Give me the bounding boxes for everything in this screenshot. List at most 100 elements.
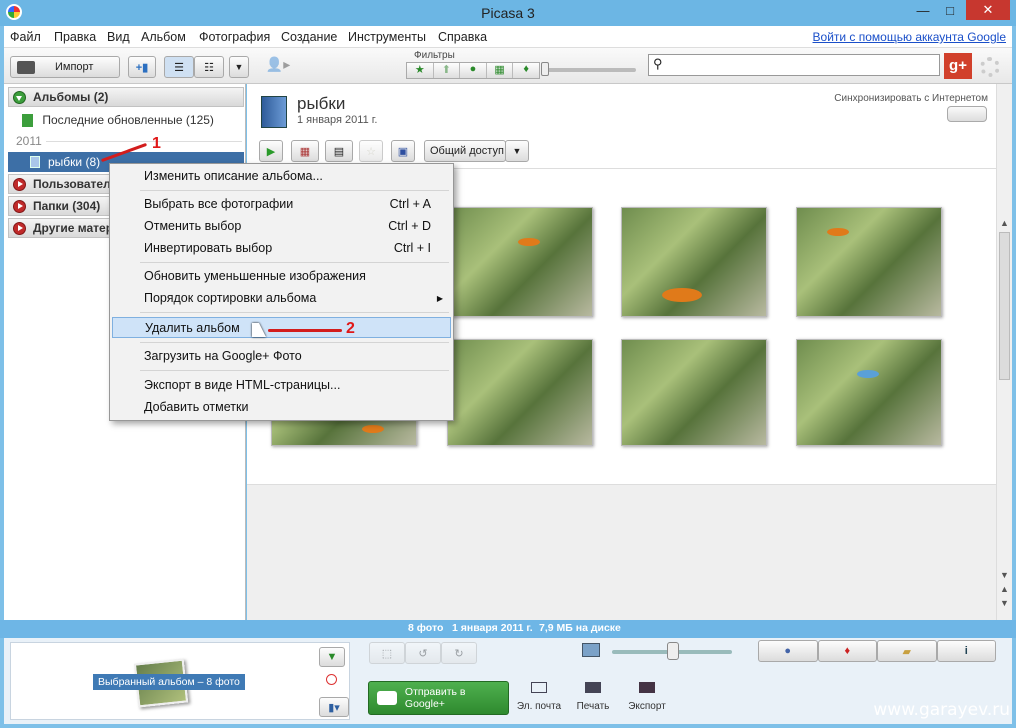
add-album-button[interactable]: +▮	[128, 56, 156, 78]
menu-edit[interactable]: Правка	[54, 30, 96, 44]
tag-button[interactable]: ⬚	[369, 642, 405, 664]
hold-button[interactable]: ▼	[319, 647, 345, 667]
menu-separator	[140, 370, 449, 371]
albums-group[interactable]: Альбомы (2)	[8, 87, 244, 107]
menu-photo[interactable]: Фотография	[199, 30, 270, 44]
search-input[interactable]: ⚲	[648, 54, 940, 76]
scroll-up-icon[interactable]: ▲	[997, 582, 1012, 597]
vertical-scrollbar[interactable]: ▲ ▼ ▲ ▼	[996, 84, 1012, 620]
annotation-number-2: 2	[346, 320, 355, 337]
thumbnail-size-handle[interactable]	[667, 642, 679, 660]
scroll-down-icon[interactable]: ▼	[997, 596, 1012, 611]
empty-area	[247, 484, 996, 620]
collapse-icon[interactable]	[13, 222, 26, 235]
add-to-album-button[interactable]: ▮▾	[319, 697, 349, 717]
menu-create[interactable]: Создание	[281, 30, 337, 44]
scroll-down-icon[interactable]: ▼	[997, 568, 1012, 583]
album-title[interactable]: рыбки	[297, 94, 345, 114]
album-date[interactable]: 1 января 2011 г.	[297, 114, 378, 126]
places-panel-button[interactable]: ♦	[817, 640, 877, 662]
expand-icon[interactable]	[13, 91, 26, 104]
info-panel-button[interactable]: i	[936, 640, 996, 662]
slideshow-button[interactable]: ▶	[259, 140, 283, 162]
photo-thumbnail[interactable]	[447, 207, 593, 317]
photo-thumbnail[interactable]	[447, 339, 593, 446]
menu-delete-album[interactable]: Удалить альбом	[112, 317, 451, 338]
google-login-link[interactable]: Войти с помощью аккаунта Google	[813, 30, 1006, 44]
search-icon: ⚲	[653, 56, 663, 71]
camera-icon	[17, 60, 35, 74]
geo-filter-icon[interactable]: ♦	[512, 63, 539, 78]
window-title: Picasa 3	[481, 5, 535, 21]
google-plus-icon[interactable]: g+	[944, 53, 972, 79]
movie-button[interactable]: ▤	[325, 140, 353, 162]
menu-sort-order[interactable]: Порядок сортировки альбома ▶	[112, 288, 451, 309]
share-dropdown-button[interactable]: ▼	[505, 140, 529, 162]
photo-thumbnail[interactable]	[621, 207, 767, 317]
filter-slider-handle[interactable]	[541, 62, 549, 76]
email-button[interactable]: Эл. почта	[516, 682, 562, 716]
export-folder-icon	[639, 682, 655, 693]
menu-album[interactable]: Альбом	[141, 30, 186, 44]
scroll-up-icon[interactable]: ▲	[997, 216, 1012, 231]
minimize-button[interactable]: —	[910, 0, 936, 20]
collage-button[interactable]: ▦	[291, 140, 319, 162]
rotate-right-button[interactable]: ↻	[441, 642, 477, 664]
export-button[interactable]: Экспорт	[624, 682, 670, 716]
menu-file[interactable]: Файл	[10, 30, 41, 44]
share-label: Общий доступ	[430, 145, 504, 157]
people-button[interactable]: 👤▸	[260, 56, 296, 78]
menu-help[interactable]: Справка	[438, 30, 487, 44]
close-button[interactable]: ✕	[966, 0, 1010, 20]
menu-edit-description[interactable]: Изменить описание альбома...	[112, 166, 451, 187]
email-label: Эл. почта	[516, 701, 562, 712]
photo-thumbnail[interactable]	[796, 339, 942, 446]
menu-add-tags[interactable]: Добавить отметки	[112, 397, 451, 418]
recent-updates-item[interactable]: Последние обновленные (125)	[22, 111, 214, 129]
rotate-left-button[interactable]: ↺	[405, 642, 441, 664]
menu-upload-gplus[interactable]: Загрузить на Google+ Фото	[112, 346, 451, 367]
save-button[interactable]: ▣	[391, 140, 415, 162]
upload-filter-icon[interactable]: ⬆	[432, 63, 460, 78]
add-album-icon: +▮	[135, 61, 149, 74]
tags-panel-button[interactable]: ▰	[877, 640, 937, 662]
menu-view[interactable]: Вид	[107, 30, 130, 44]
print-label: Печать	[576, 701, 610, 712]
menu-export-html[interactable]: Экспорт в виде HTML-страницы...	[112, 375, 451, 396]
menu-select-all[interactable]: Выбрать все фотографии Ctrl + A	[112, 194, 451, 215]
people-panel-button[interactable]: ●	[758, 640, 818, 662]
year-header: 2011	[16, 134, 42, 148]
scroll-thumb[interactable]	[999, 232, 1010, 380]
chevron-down-icon: ▼	[234, 62, 244, 72]
menu-bar: Файл Правка Вид Альбом Фотография Создан…	[4, 26, 1012, 48]
maximize-button[interactable]: □	[937, 0, 963, 20]
shortcut: Ctrl + D	[388, 219, 431, 233]
person-filter-icon[interactable]: ●	[459, 63, 486, 78]
title-bar: Picasa 3 — □ ✕	[0, 0, 1016, 26]
photo-thumbnail[interactable]	[796, 207, 942, 317]
import-button[interactable]: Импорт	[10, 56, 120, 78]
star-filter-icon[interactable]: ★	[407, 63, 433, 78]
collapse-icon[interactable]	[13, 200, 26, 213]
mouse-cursor-icon	[252, 323, 266, 337]
share-button[interactable]: Общий доступ	[424, 140, 506, 162]
sync-toggle[interactable]	[947, 106, 987, 122]
detail-view-button[interactable]: ☷	[194, 56, 224, 78]
menu-tools[interactable]: Инструменты	[348, 30, 426, 44]
import-label: Импорт	[55, 61, 94, 73]
share-gplus-button[interactable]: Отправить в Google+	[368, 681, 509, 715]
menu-invert[interactable]: Инвертировать выбор Ctrl + I	[112, 238, 451, 259]
photo-count: 8 фото	[408, 622, 444, 634]
clear-selection-icon[interactable]	[326, 674, 337, 685]
video-filter-icon[interactable]: ▦	[485, 63, 513, 78]
menu-deselect[interactable]: Отменить выбор Ctrl + D	[112, 216, 451, 237]
filter-slider[interactable]	[544, 68, 636, 72]
menu-refresh-thumbnails[interactable]: Обновить уменьшенные изображения	[112, 266, 451, 287]
list-view-button[interactable]: ☰	[164, 56, 194, 78]
export-label: Экспорт	[628, 701, 666, 712]
photo-thumbnail[interactable]	[621, 339, 767, 446]
print-button[interactable]: Печать	[570, 682, 616, 716]
collapse-icon[interactable]	[13, 178, 26, 191]
view-dropdown-button[interactable]: ▼	[229, 56, 249, 78]
star-button[interactable]: ☆	[359, 140, 383, 162]
